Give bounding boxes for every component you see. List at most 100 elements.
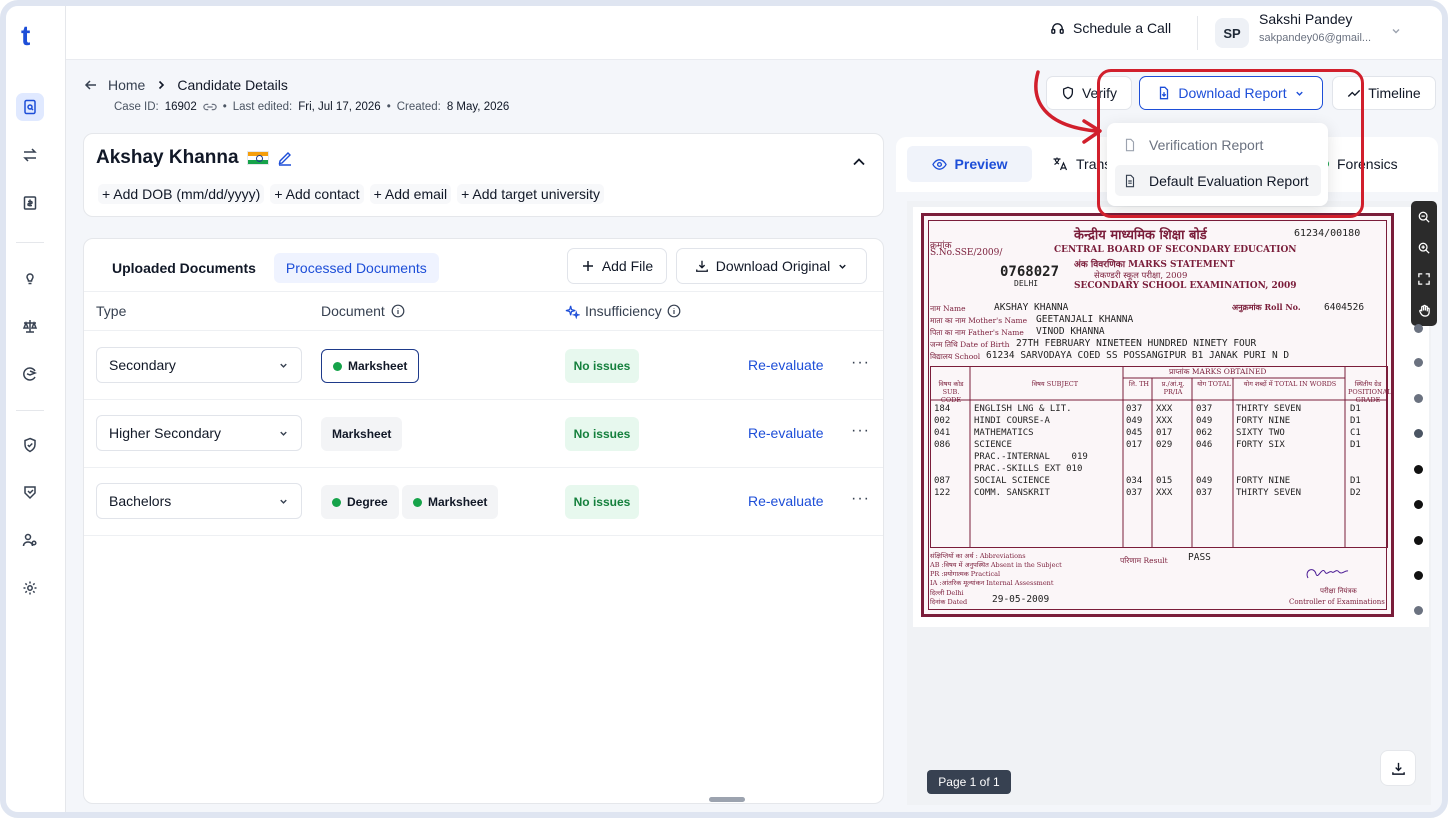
marks-table-cell: 086 — [934, 440, 951, 450]
more-options-icon[interactable]: ··· — [851, 422, 870, 440]
breadcrumb-current: Candidate Details — [177, 77, 288, 93]
edit-pencil-icon[interactable] — [277, 150, 293, 166]
annotation-arrow-icon — [1034, 70, 1102, 144]
tab-processed-documents[interactable]: Processed Documents — [273, 253, 439, 283]
link-icon[interactable] — [203, 102, 217, 112]
chevron-down-icon[interactable] — [1390, 24, 1402, 40]
sheet-exam: SECONDARY SCHOOL EXAMINATION, 2009 — [1074, 281, 1297, 291]
schedule-call-button[interactable]: Schedule a Call — [1050, 20, 1171, 36]
sheet-title-hindi: केन्द्रीय माध्यमिक शिक्षा बोर्ड — [1074, 228, 1207, 243]
back-arrow-icon[interactable] — [84, 78, 98, 92]
re-evaluate-link[interactable]: Re-evaluate — [748, 425, 824, 441]
marks-table-cell: 122 — [934, 488, 951, 498]
add-contact-button[interactable]: + Add contact — [270, 184, 364, 204]
app-logo[interactable]: t — [21, 20, 30, 52]
place-label: दिल्ली Delhi — [930, 589, 964, 597]
created-date: 8 May, 2026 — [446, 101, 510, 113]
hand-pan-icon[interactable] — [1418, 304, 1431, 317]
sidebar-divider — [16, 242, 44, 243]
chevron-down-icon — [280, 431, 287, 436]
marks-table-cell: XXX — [1156, 488, 1173, 498]
download-icon — [695, 260, 708, 272]
marks-table-cell: 062 — [1196, 428, 1213, 438]
shield-check-icon[interactable] — [16, 431, 44, 459]
bottom-resize-handle[interactable] — [709, 797, 745, 802]
status-badge: No issues — [565, 417, 639, 451]
headset-icon — [1051, 22, 1064, 34]
case-id-label: Case ID: — [114, 101, 159, 113]
fit-screen-icon[interactable] — [1418, 272, 1430, 285]
status-badge: No issues — [565, 485, 639, 519]
marks-table-cell: XXX — [1156, 416, 1173, 426]
scroll-marker[interactable] — [1414, 571, 1423, 580]
document-chip[interactable]: Marksheet — [321, 417, 403, 451]
zoom-in-icon[interactable] — [1418, 242, 1430, 254]
scroll-marker[interactable] — [1414, 429, 1423, 438]
tab-uploaded-documents[interactable]: Uploaded Documents — [100, 253, 268, 283]
scroll-marker[interactable] — [1414, 500, 1423, 509]
add-dob-button[interactable]: + Add DOB (mm/dd/yyyy) — [98, 184, 265, 204]
mother-label: माता का नाम Mother's Name — [930, 316, 1028, 325]
info-icon[interactable] — [667, 304, 681, 318]
candidate-card: Akshay Khanna + Add DOB (mm/dd/yyyy) + A… — [83, 133, 884, 217]
more-options-icon[interactable]: ··· — [851, 490, 870, 508]
scroll-marker[interactable] — [1414, 536, 1423, 545]
type-value: Higher Secondary — [109, 425, 222, 441]
collapse-chevron-icon[interactable] — [851, 154, 867, 170]
documents-icon[interactable] — [16, 93, 44, 121]
scale-icon[interactable] — [16, 312, 44, 340]
sheet-number: 0768027 — [1000, 264, 1060, 280]
last-edited-label: Last edited: — [232, 101, 293, 113]
table-row: Higher Secondary Marksheet No issues Re-… — [84, 400, 883, 468]
info-icon[interactable] — [391, 304, 405, 318]
document-chip-label: Marksheet — [348, 359, 408, 373]
re-evaluate-link[interactable]: Re-evaluate — [748, 357, 824, 373]
marks-table-cell: ENGLISH LNG & LIT. — [974, 404, 1072, 414]
lightbulb-icon[interactable] — [16, 264, 44, 292]
sparkle-icon — [565, 305, 580, 319]
type-select[interactable]: Bachelors — [96, 483, 302, 519]
add-university-button[interactable]: + Add target university — [457, 184, 605, 204]
marks-table-cell: 017 — [1126, 440, 1143, 450]
more-options-icon[interactable]: ··· — [851, 354, 870, 372]
document-chip[interactable]: Degree — [321, 485, 399, 519]
transfer-icon[interactable] — [16, 141, 44, 169]
scroll-marker[interactable] — [1414, 358, 1423, 367]
type-select[interactable]: Secondary — [96, 347, 302, 383]
add-email-button[interactable]: + Add email — [369, 184, 452, 204]
badge-icon[interactable] — [16, 478, 44, 506]
scroll-marker[interactable] — [1414, 394, 1423, 403]
scroll-marker[interactable] — [1414, 465, 1423, 474]
type-select[interactable]: Higher Secondary — [96, 415, 302, 451]
marks-table-cell: SIXTY TWO — [1236, 428, 1285, 438]
download-preview-button[interactable] — [1380, 750, 1416, 786]
graduation-icon[interactable] — [16, 360, 44, 388]
document-chip[interactable]: Marksheet — [402, 485, 499, 519]
school-value: 61234 SARVODAYA COED SS POSSANGIPUR B1 J… — [986, 350, 1290, 361]
marks-table-cell: COMM. SANSKRIT — [974, 488, 1050, 498]
settings-icon[interactable] — [16, 574, 44, 602]
scroll-marker[interactable] — [1414, 606, 1423, 615]
table-row: Secondary Marksheet No issues Re-evaluat… — [84, 332, 883, 400]
father-label: पिता का नाम Father's Name — [930, 328, 1024, 337]
documents-card: Uploaded Documents Processed Documents A… — [83, 238, 884, 804]
sheet-city: DELHI — [1014, 279, 1039, 288]
scroll-marker[interactable] — [1414, 324, 1423, 333]
document-chip[interactable]: Marksheet — [321, 349, 420, 383]
sheet-serial: S.No.SSE/2009/ — [930, 248, 1003, 258]
add-file-button[interactable]: Add File — [567, 248, 667, 284]
re-evaluate-link[interactable]: Re-evaluate — [748, 493, 824, 509]
sheet-cert-no: 61234/00180 — [1294, 228, 1361, 239]
breadcrumb-home[interactable]: Home — [108, 77, 145, 93]
avatar[interactable]: SP — [1215, 18, 1249, 48]
document-chip-label: Degree — [347, 495, 388, 509]
zoom-out-icon[interactable] — [1418, 211, 1430, 223]
marks-table-cell: 037 — [1196, 404, 1213, 414]
users-icon[interactable] — [16, 526, 44, 554]
tab-preview[interactable]: Preview — [907, 146, 1032, 182]
user-name: Sakshi Pandey — [1259, 11, 1353, 27]
abbrev-title: संक्षिप्तियों का अर्थ : Abbreviations — [930, 552, 1026, 560]
billing-icon[interactable] — [16, 189, 44, 217]
download-original-button[interactable]: Download Original — [676, 248, 867, 284]
controller-label: Controller of Examinations — [1289, 598, 1385, 606]
